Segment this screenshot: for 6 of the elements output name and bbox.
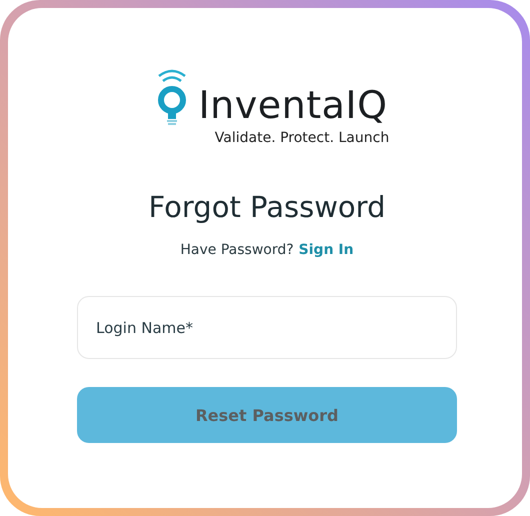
- page-title: Forgot Password: [148, 190, 386, 224]
- logo-name: InventaIQ: [198, 86, 388, 124]
- sign-in-link[interactable]: Sign In: [298, 242, 354, 258]
- logo-tagline: Validate. Protect. Launch: [214, 130, 390, 146]
- prompt-text: Have Password?: [180, 242, 294, 258]
- login-name-field[interactable]: Login Name*: [77, 296, 457, 359]
